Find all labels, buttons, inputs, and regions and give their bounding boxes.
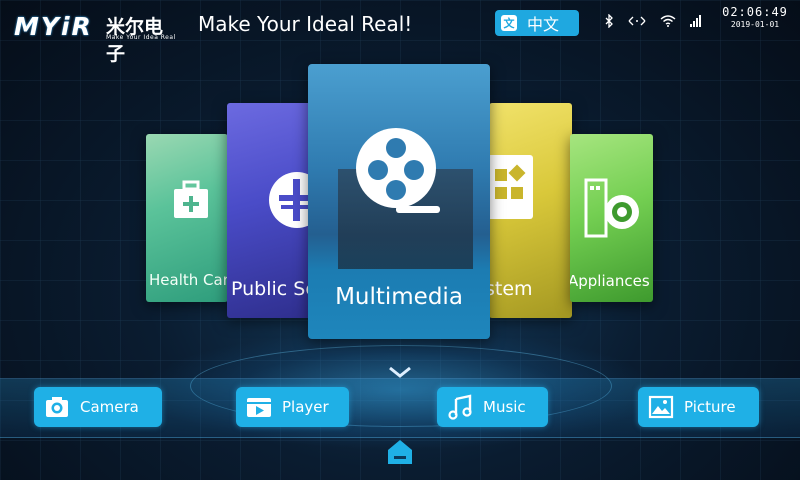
card-system-label: stem (489, 278, 533, 300)
card-multimedia-label: Multimedia (335, 284, 463, 310)
chevron-down-icon[interactable] (388, 366, 412, 378)
camera-button[interactable]: Camera (34, 387, 162, 427)
card-health-care-label: Health Car (149, 271, 228, 289)
picture-icon (648, 395, 674, 419)
picture-label: Picture (684, 398, 736, 416)
music-note-icon (448, 394, 472, 420)
camera-label: Camera (80, 398, 139, 416)
myir-logo: MYiR 米尔电子 Make Your Idea Real (14, 12, 180, 65)
language-label: 中文 (527, 15, 560, 34)
signal-icon (690, 15, 701, 27)
public-service-icon (269, 172, 311, 228)
network-arrows-icon (628, 16, 646, 26)
medical-kit-icon (174, 180, 208, 218)
player-label: Player (282, 398, 329, 416)
slogan-title: Make Your Ideal Real! (198, 12, 413, 36)
camera-icon (46, 397, 68, 417)
washing-machine-icon (584, 178, 639, 238)
logo-text: MYiR (14, 12, 93, 41)
music-button[interactable]: Music (437, 387, 548, 427)
video-player-icon (247, 398, 271, 417)
language-toggle-button[interactable]: 文 中文 (495, 10, 579, 36)
clock-date: 2019-01-01 (730, 20, 780, 29)
card-multimedia[interactable]: Multimedia (308, 64, 490, 339)
translate-icon: 文 (501, 15, 517, 31)
card-public-service-label: Public Se (231, 278, 311, 300)
bluetooth-icon (605, 14, 613, 28)
card-system[interactable]: stem (489, 103, 572, 318)
system-grid-icon (489, 155, 533, 219)
home-icon[interactable] (386, 438, 414, 466)
clock-time: 02:06:49 (722, 5, 788, 19)
card-public-service[interactable]: Public Se (227, 103, 311, 318)
status-icons (604, 13, 702, 29)
card-health-care[interactable]: Health Car (146, 134, 228, 302)
film-reel-icon (356, 128, 440, 213)
wifi-icon (660, 15, 676, 27)
logo-tagline: Make Your Idea Real (106, 34, 176, 41)
status-bar: MYiR 米尔电子 Make Your Idea Real Make Your … (0, 0, 800, 65)
player-button[interactable]: Player (236, 387, 349, 427)
music-label: Music (483, 398, 526, 416)
card-appliances-label: Appliances (570, 272, 650, 290)
card-appliances[interactable]: Appliances (570, 134, 653, 302)
picture-button[interactable]: Picture (638, 387, 759, 427)
clock: 02:06:49 2019-01-01 (720, 5, 790, 29)
